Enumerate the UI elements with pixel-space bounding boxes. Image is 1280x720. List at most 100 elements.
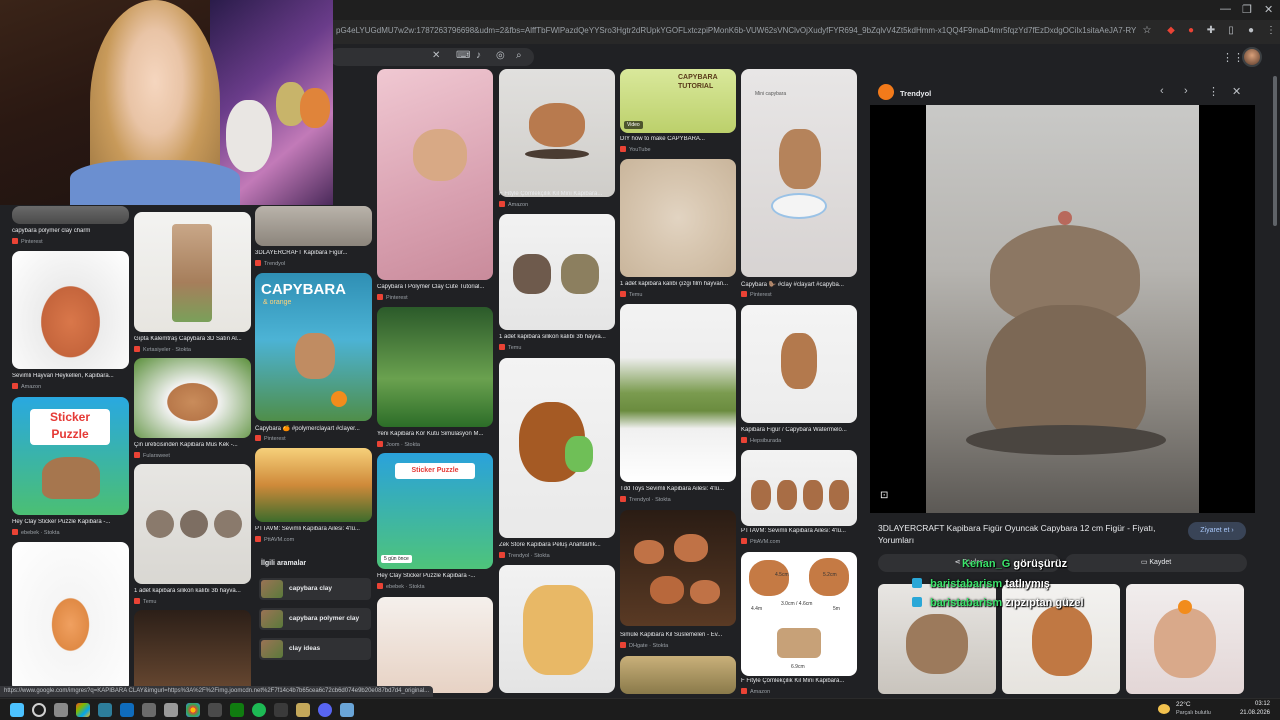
image-tile[interactable] — [12, 542, 129, 692]
image-caption[interactable]: Kapibara Figür / Capybara Watermelo... — [741, 427, 857, 433]
sidebar-icon[interactable]: ▯ — [1224, 24, 1238, 38]
extension-icon[interactable]: ◆ — [1164, 24, 1178, 38]
image-caption[interactable]: F Fityle Çömlekçilik Kil Mini Kapibara..… — [499, 191, 615, 197]
image-tile[interactable] — [12, 251, 129, 369]
scrollbar-thumb[interactable] — [1273, 76, 1277, 226]
image-caption[interactable]: 3DLAYERCRAFT Kapibara Figür... — [255, 250, 372, 256]
app-icon[interactable] — [98, 703, 112, 717]
lens-search-icon[interactable]: ⊡ — [880, 490, 888, 501]
mic-icon[interactable]: ♪ — [476, 50, 481, 61]
image-tile[interactable] — [134, 464, 251, 584]
image-tile[interactable] — [620, 656, 736, 694]
image-tile[interactable] — [741, 305, 857, 423]
search-icon[interactable]: ⌕ — [516, 50, 522, 61]
clock-time[interactable]: 03:12 — [1226, 701, 1270, 707]
app-icon-2[interactable] — [340, 703, 354, 717]
task-view-icon[interactable] — [54, 703, 68, 717]
image-caption[interactable]: Capybara I Polymer Clay Cute Tutorial... — [377, 284, 493, 290]
image-tile[interactable] — [134, 610, 251, 696]
url-text[interactable]: pG4eLYUGdMU7w2w:1787263796698&udm=2&fbs=… — [336, 26, 1136, 35]
chevron-left-icon[interactable]: ‹ — [1160, 85, 1164, 97]
panel-source[interactable]: Trendyol — [900, 89, 931, 98]
image-tile[interactable] — [741, 450, 857, 526]
image-tile[interactable] — [377, 307, 493, 427]
image-tile[interactable]: CAPYBARA TUTORIAL Video — [620, 69, 736, 133]
folder-icon[interactable] — [296, 703, 310, 717]
image-caption[interactable]: PTTAVM: Sevimli Kapibara Ailesi: 4'lü... — [255, 526, 372, 532]
chrome-icon[interactable] — [186, 703, 200, 717]
edge-icon[interactable] — [120, 703, 134, 717]
image-caption[interactable]: Gıpta Kalemtraş Capybara 3D Satın Al... — [134, 336, 251, 342]
image-caption[interactable]: Yeni Kapibara Kör Kutu Simülasyon M... — [377, 431, 493, 437]
image-caption[interactable]: Sevimli Hayvan Heykelleri, Kapibara... — [12, 373, 129, 379]
image-caption[interactable]: Çin üreticisinden Kapibara Mus Kek -... — [134, 442, 251, 448]
avatar[interactable] — [1242, 47, 1262, 67]
bookmark-star-icon[interactable]: ☆ — [1140, 24, 1154, 38]
xbox-icon[interactable] — [230, 703, 244, 717]
extension-record-icon[interactable]: ● — [1184, 24, 1198, 38]
profile-small-icon[interactable]: ● — [1244, 24, 1258, 38]
preview-title[interactable]: 3DLAYERCRAFT Kapibara Figür Oyuncak Capy… — [878, 522, 1178, 546]
image-tile[interactable] — [134, 358, 251, 438]
lens-icon[interactable]: ◎ — [496, 50, 505, 61]
widgets-icon[interactable] — [76, 703, 90, 717]
discord-icon[interactable] — [318, 703, 332, 717]
windows-start-icon[interactable] — [10, 703, 24, 717]
image-tile[interactable]: CAPYBARA & orange — [255, 273, 372, 421]
related-item[interactable]: capybara clay — [259, 578, 371, 600]
weather-desc[interactable]: Parçalı bulutlu — [1176, 710, 1211, 716]
weather-icon[interactable] — [1158, 704, 1170, 714]
keyboard-icon[interactable]: ⌨ — [456, 50, 470, 61]
image-tile[interactable]: 4.5cm 5.2cm 4.4m 5m 3.0cm / 4.6cm 6.9cm — [741, 552, 857, 676]
image-caption[interactable]: 1 adet kapibara silikon kalıbı 3b hayva.… — [134, 588, 251, 594]
image-tile-selected[interactable] — [255, 206, 372, 246]
page-scrollbar[interactable] — [1272, 66, 1278, 696]
image-caption[interactable]: Hey Clay Sticker Puzzle Kapibara -... — [12, 519, 129, 525]
image-tile[interactable] — [620, 510, 736, 626]
image-caption[interactable]: Tdd Toys Sevimli Kapibara Ailesi: 4'lü..… — [620, 486, 736, 492]
image-caption[interactable]: Zek Store Kapibara Peluş Anahtarlık... — [499, 542, 615, 548]
visit-button[interactable]: Ziyaret et › — [1188, 522, 1246, 540]
related-item[interactable]: capybara polymer clay — [259, 608, 371, 630]
close-window-icon[interactable]: ✕ — [1264, 3, 1273, 16]
menu-dots-icon[interactable]: ⋮ — [1264, 24, 1278, 38]
settings-gear-icon[interactable] — [164, 703, 178, 717]
maximize-icon[interactable]: ❐ — [1242, 3, 1252, 16]
extensions-puzzle-icon[interactable]: ✚ — [1204, 24, 1218, 38]
obs-icon[interactable] — [274, 703, 288, 717]
image-tile[interactable] — [377, 597, 493, 693]
image-caption[interactable]: Simüle Kapibara Kil Süslemeleri - Ev... — [620, 632, 736, 638]
chevron-right-icon[interactable]: › — [1184, 85, 1188, 97]
image-caption[interactable]: F Fityle Çömlekçilik Kil Mini Kapibara..… — [741, 678, 857, 684]
close-icon[interactable]: ✕ — [1232, 85, 1241, 98]
search-input[interactable]: ✕ ⌨ ♪ ◎ ⌕ — [330, 48, 534, 66]
image-caption[interactable]: 1 adet kapibara silikon kalıbı 3b hayva.… — [499, 334, 615, 340]
image-caption[interactable]: Hey Clay Sticker Puzzle Kapibara -... — [377, 573, 493, 579]
store-icon[interactable] — [142, 703, 156, 717]
related-item[interactable]: clay ideas — [259, 638, 371, 660]
image-caption[interactable]: PTTAVM: Sevimli Kapibara Ailesi: 4'lü... — [741, 528, 857, 534]
preview-image[interactable]: ⊡ — [870, 105, 1255, 513]
image-tile[interactable] — [499, 69, 615, 197]
image-tile[interactable]: Sticker Puzzle — [12, 397, 129, 515]
image-tile[interactable] — [255, 448, 372, 522]
image-tile[interactable] — [377, 69, 493, 280]
image-tile[interactable]: Sticker Puzzle 5 gün önce — [377, 453, 493, 569]
image-caption[interactable]: Capybara 🦫 #clay #clayart #capyba... — [741, 281, 857, 288]
image-caption[interactable]: DIY how to make CAPYBARA... — [620, 136, 736, 142]
image-caption[interactable]: 1 adet kapibara kalıbı çizgi film hayvan… — [620, 281, 736, 287]
image-caption[interactable]: Capybara 🍊 #polymerclayart #clayer... — [255, 425, 372, 432]
image-tile[interactable] — [620, 304, 736, 482]
image-tile[interactable] — [499, 214, 615, 330]
image-tile[interactable] — [499, 565, 615, 693]
clear-search-icon[interactable]: ✕ — [432, 50, 440, 61]
image-tile[interactable] — [499, 358, 615, 538]
camera-icon[interactable] — [208, 703, 222, 717]
weather-temp[interactable]: 22°C — [1176, 701, 1191, 708]
spotify-icon[interactable] — [252, 703, 266, 717]
image-tile[interactable] — [12, 206, 129, 224]
more-options-icon[interactable]: ⋮ — [1208, 85, 1219, 98]
minimize-icon[interactable]: — — [1220, 3, 1231, 15]
image-tile[interactable]: Mini capybara — [741, 69, 857, 277]
search-taskbar-icon[interactable] — [32, 703, 46, 717]
